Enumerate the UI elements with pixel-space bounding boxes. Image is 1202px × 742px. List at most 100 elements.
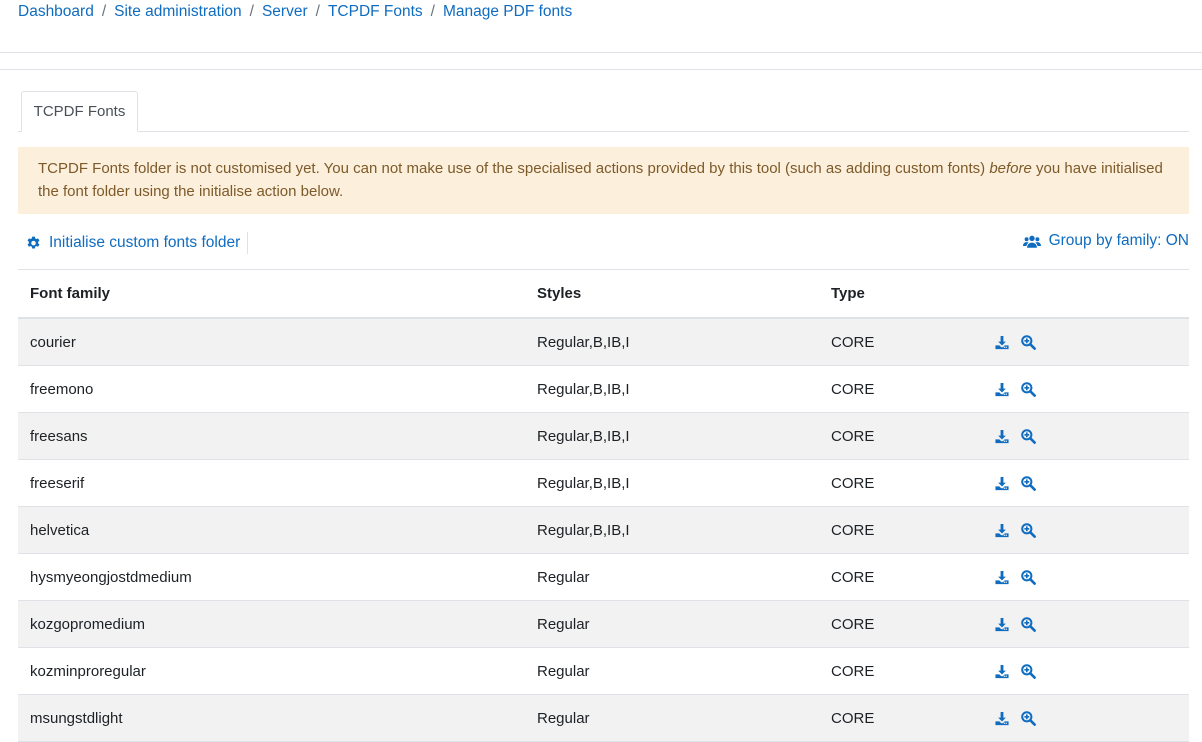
initialise-fonts-folder-button[interactable]: Initialise custom fonts folder bbox=[26, 232, 249, 254]
breadcrumb-tcpdf-fonts[interactable]: TCPDF Fonts bbox=[328, 2, 423, 22]
table-row: helvetica Regular,B,IB,I CORE bbox=[18, 506, 1189, 554]
row-actions-cell bbox=[974, 600, 1189, 648]
table-row: hysmyeongjostdmedium Regular CORE bbox=[18, 553, 1189, 601]
zoom-in-icon[interactable] bbox=[1020, 522, 1036, 538]
table-row: freeserif Regular,B,IB,I CORE bbox=[18, 459, 1189, 507]
font-family-cell: hysmyeongjostdmedium bbox=[18, 553, 525, 601]
download-icon[interactable] bbox=[994, 570, 1010, 585]
download-icon[interactable] bbox=[994, 617, 1010, 632]
download-icon[interactable] bbox=[994, 664, 1010, 679]
row-actions bbox=[986, 616, 1177, 632]
breadcrumb: Dashboard / Site administration / Server… bbox=[18, 2, 572, 22]
font-family-cell: msungstdlight bbox=[18, 694, 525, 742]
zoom-in-icon[interactable] bbox=[1020, 663, 1036, 679]
download-icon[interactable] bbox=[994, 335, 1010, 350]
column-header-font-family: Font family bbox=[18, 269, 525, 319]
zoom-in-icon[interactable] bbox=[1020, 569, 1036, 585]
alert-message: TCPDF Fonts folder is not customised yet… bbox=[38, 158, 1169, 203]
row-actions bbox=[986, 569, 1177, 585]
initialise-fonts-folder-label: Initialise custom fonts folder bbox=[49, 234, 241, 251]
group-by-family-label: Group by family: ON bbox=[1048, 232, 1189, 249]
row-actions-cell bbox=[974, 506, 1189, 554]
download-icon[interactable] bbox=[994, 382, 1010, 397]
tab-tcpdf-fonts[interactable]: TCPDF Fonts bbox=[21, 91, 138, 132]
users-icon bbox=[1022, 234, 1041, 249]
font-styles-cell: Regular,B,IB,I bbox=[525, 318, 819, 366]
breadcrumb-site-administration[interactable]: Site administration bbox=[114, 2, 242, 22]
breadcrumb-separator: / bbox=[430, 3, 435, 20]
download-icon[interactable] bbox=[994, 523, 1010, 538]
table-row: freesans Regular,B,IB,I CORE bbox=[18, 412, 1189, 460]
font-type-cell: CORE bbox=[819, 365, 974, 413]
download-icon[interactable] bbox=[994, 429, 1010, 444]
font-family-cell: kozminproregular bbox=[18, 647, 525, 695]
font-type-cell: CORE bbox=[819, 600, 974, 648]
font-family-cell: helvetica bbox=[18, 506, 525, 554]
column-header-styles: Styles bbox=[525, 269, 819, 319]
gear-icon bbox=[26, 236, 41, 251]
font-family-cell: freesans bbox=[18, 412, 525, 460]
font-type-cell: CORE bbox=[819, 647, 974, 695]
table-row: freemono Regular,B,IB,I CORE bbox=[18, 365, 1189, 413]
column-header-actions bbox=[974, 269, 1189, 319]
font-styles-cell: Regular bbox=[525, 647, 819, 695]
actions-bar: Initialise custom fonts folder Group by … bbox=[18, 229, 1189, 257]
breadcrumb-manage-pdf-fonts[interactable]: Manage PDF fonts bbox=[443, 2, 572, 22]
font-styles-cell: Regular bbox=[525, 553, 819, 601]
row-actions bbox=[986, 663, 1177, 679]
zoom-in-icon[interactable] bbox=[1020, 710, 1036, 726]
row-actions bbox=[986, 334, 1177, 350]
row-actions-cell bbox=[974, 459, 1189, 507]
fonts-table: Font family Styles Type courier Regular,B… bbox=[18, 269, 1189, 742]
row-actions-cell bbox=[974, 647, 1189, 695]
font-type-cell: CORE bbox=[819, 459, 974, 507]
row-actions bbox=[986, 522, 1177, 538]
row-actions bbox=[986, 475, 1177, 491]
zoom-in-icon[interactable] bbox=[1020, 334, 1036, 350]
font-styles-cell: Regular,B,IB,I bbox=[525, 412, 819, 460]
divider bbox=[0, 69, 1202, 70]
zoom-in-icon[interactable] bbox=[1020, 381, 1036, 397]
tab-bar: TCPDF Fonts bbox=[18, 91, 1189, 132]
zoom-in-icon[interactable] bbox=[1020, 428, 1036, 444]
row-actions bbox=[986, 710, 1177, 726]
column-header-type: Type bbox=[819, 269, 974, 319]
breadcrumb-separator: / bbox=[101, 3, 107, 20]
zoom-in-icon[interactable] bbox=[1020, 616, 1036, 632]
table-row: msungstdlight Regular CORE bbox=[18, 694, 1189, 742]
row-actions-cell bbox=[974, 694, 1189, 742]
font-family-cell: kozgopromedium bbox=[18, 600, 525, 648]
font-type-cell: CORE bbox=[819, 412, 974, 460]
breadcrumb-server[interactable]: Server bbox=[262, 2, 308, 22]
breadcrumb-dashboard[interactable]: Dashboard bbox=[18, 2, 94, 22]
table-row: kozgopromedium Regular CORE bbox=[18, 600, 1189, 648]
download-icon[interactable] bbox=[994, 711, 1010, 726]
font-family-cell: freemono bbox=[18, 365, 525, 413]
table-header-row: Font family Styles Type bbox=[18, 269, 1189, 319]
breadcrumb-separator: / bbox=[315, 3, 320, 20]
warning-alert: TCPDF Fonts folder is not customised yet… bbox=[18, 147, 1189, 214]
download-icon[interactable] bbox=[994, 476, 1010, 491]
breadcrumb-separator: / bbox=[249, 3, 254, 20]
row-actions bbox=[986, 381, 1177, 397]
row-actions-cell bbox=[974, 365, 1189, 413]
page-header: Dashboard / Site administration / Server… bbox=[0, 0, 1202, 53]
font-styles-cell: Regular,B,IB,I bbox=[525, 365, 819, 413]
font-styles-cell: Regular bbox=[525, 600, 819, 648]
alert-text-before: TCPDF Fonts folder is not customised yet… bbox=[38, 160, 990, 177]
row-actions-cell bbox=[974, 318, 1189, 366]
row-actions-cell bbox=[974, 412, 1189, 460]
row-actions-cell bbox=[974, 553, 1189, 601]
alert-text-emphasis: before bbox=[989, 160, 1032, 177]
table-row: courier Regular,B,IB,I CORE bbox=[18, 318, 1189, 366]
zoom-in-icon[interactable] bbox=[1020, 475, 1036, 491]
group-by-family-toggle[interactable]: Group by family: ON bbox=[1022, 232, 1189, 250]
table-row: kozminproregular Regular CORE bbox=[18, 647, 1189, 695]
font-type-cell: CORE bbox=[819, 506, 974, 554]
font-family-cell: freeserif bbox=[18, 459, 525, 507]
font-styles-cell: Regular bbox=[525, 694, 819, 742]
font-type-cell: CORE bbox=[819, 553, 974, 601]
font-styles-cell: Regular,B,IB,I bbox=[525, 459, 819, 507]
row-actions bbox=[986, 428, 1177, 444]
font-type-cell: CORE bbox=[819, 694, 974, 742]
